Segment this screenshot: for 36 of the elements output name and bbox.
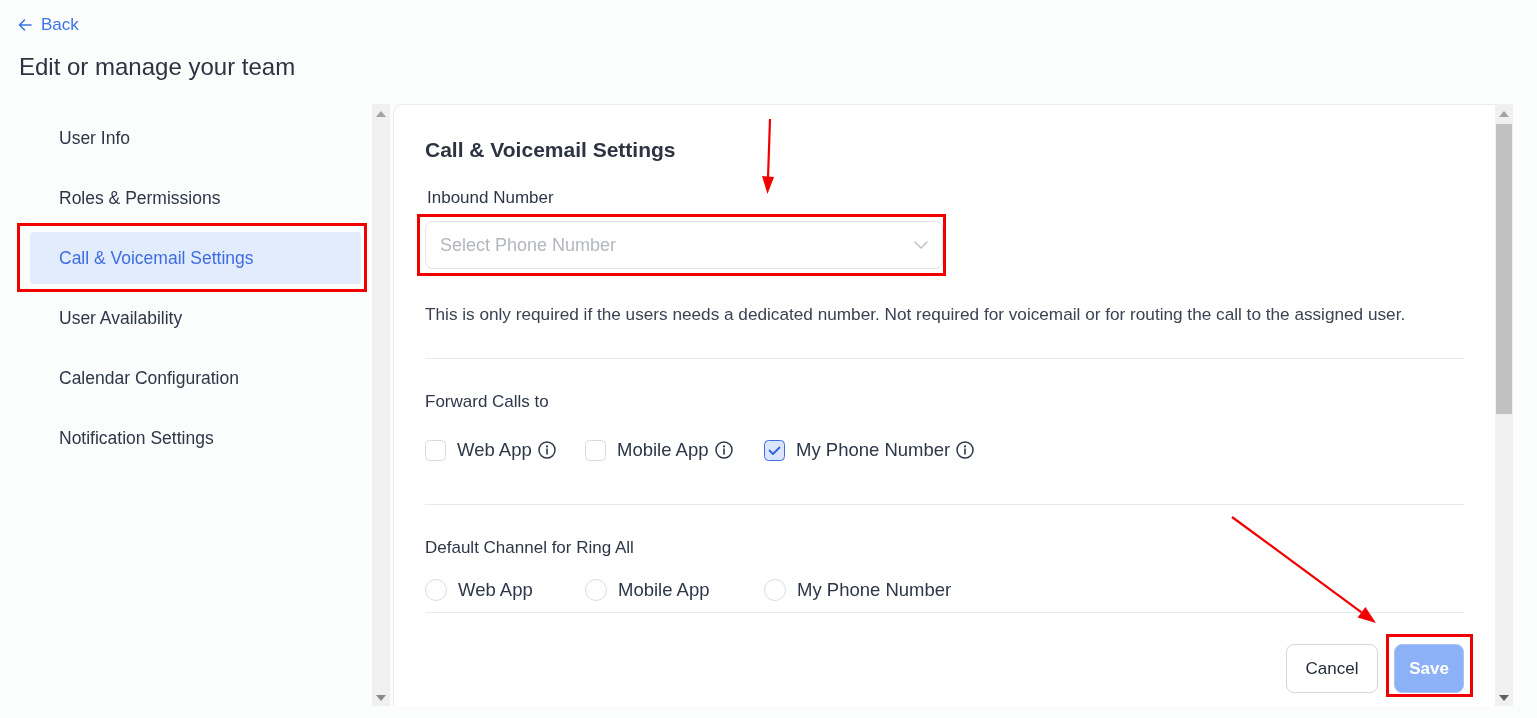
- sidebar-item[interactable]: Call & Voicemail Settings: [30, 232, 361, 284]
- option-label[interactable]: Web App: [458, 578, 533, 602]
- group-label: Forward Calls to: [425, 391, 549, 413]
- back-link[interactable]: Back: [18, 14, 79, 36]
- scroll-down-icon[interactable]: [1499, 695, 1509, 701]
- radio-button[interactable]: [425, 579, 447, 601]
- radio-button[interactable]: [764, 579, 786, 601]
- scroll-up-icon[interactable]: [1499, 111, 1509, 117]
- field-label: Inbound Number: [427, 187, 554, 209]
- sidebar-item[interactable]: User Availability: [30, 292, 361, 344]
- help-text: This is only required if the users needs a dedicated number. Not required for voicemail or for routing the call to the assigned user.: [425, 303, 1406, 326]
- section-title: Call & Voicemail Settings: [425, 137, 676, 163]
- cancel-button[interactable]: Cancel: [1286, 644, 1378, 693]
- page-title: Edit or manage your team: [19, 52, 296, 82]
- scrollbar-thumb[interactable]: [1496, 124, 1512, 414]
- sidebar-item[interactable]: Notification Settings: [30, 412, 361, 464]
- option-label[interactable]: My Phone Number: [796, 438, 951, 462]
- info-icon[interactable]: [956, 441, 975, 459]
- info-icon[interactable]: [537, 441, 556, 459]
- option-label[interactable]: Web App: [457, 438, 532, 462]
- chevron-down-icon: [914, 241, 928, 249]
- option-label[interactable]: Mobile App: [618, 578, 710, 602]
- radio-button[interactable]: [585, 579, 607, 601]
- group-label: Default Channel for Ring All: [425, 537, 634, 559]
- sidebar-item[interactable]: User Info: [30, 112, 361, 164]
- sidebar-item[interactable]: Roles & Permissions: [30, 172, 361, 224]
- scrollbar[interactable]: [1495, 104, 1513, 706]
- option-label[interactable]: My Phone Number: [797, 578, 952, 602]
- scroll-up-icon[interactable]: [376, 111, 386, 117]
- checkbox[interactable]: [764, 439, 785, 461]
- option-label[interactable]: Mobile App: [617, 438, 709, 462]
- info-icon[interactable]: [714, 441, 733, 459]
- scrollbar[interactable]: [372, 104, 390, 706]
- back-arrow-icon: [18, 19, 32, 31]
- sidebar-item[interactable]: Calendar Configuration: [30, 352, 361, 404]
- scroll-down-icon[interactable]: [376, 695, 386, 701]
